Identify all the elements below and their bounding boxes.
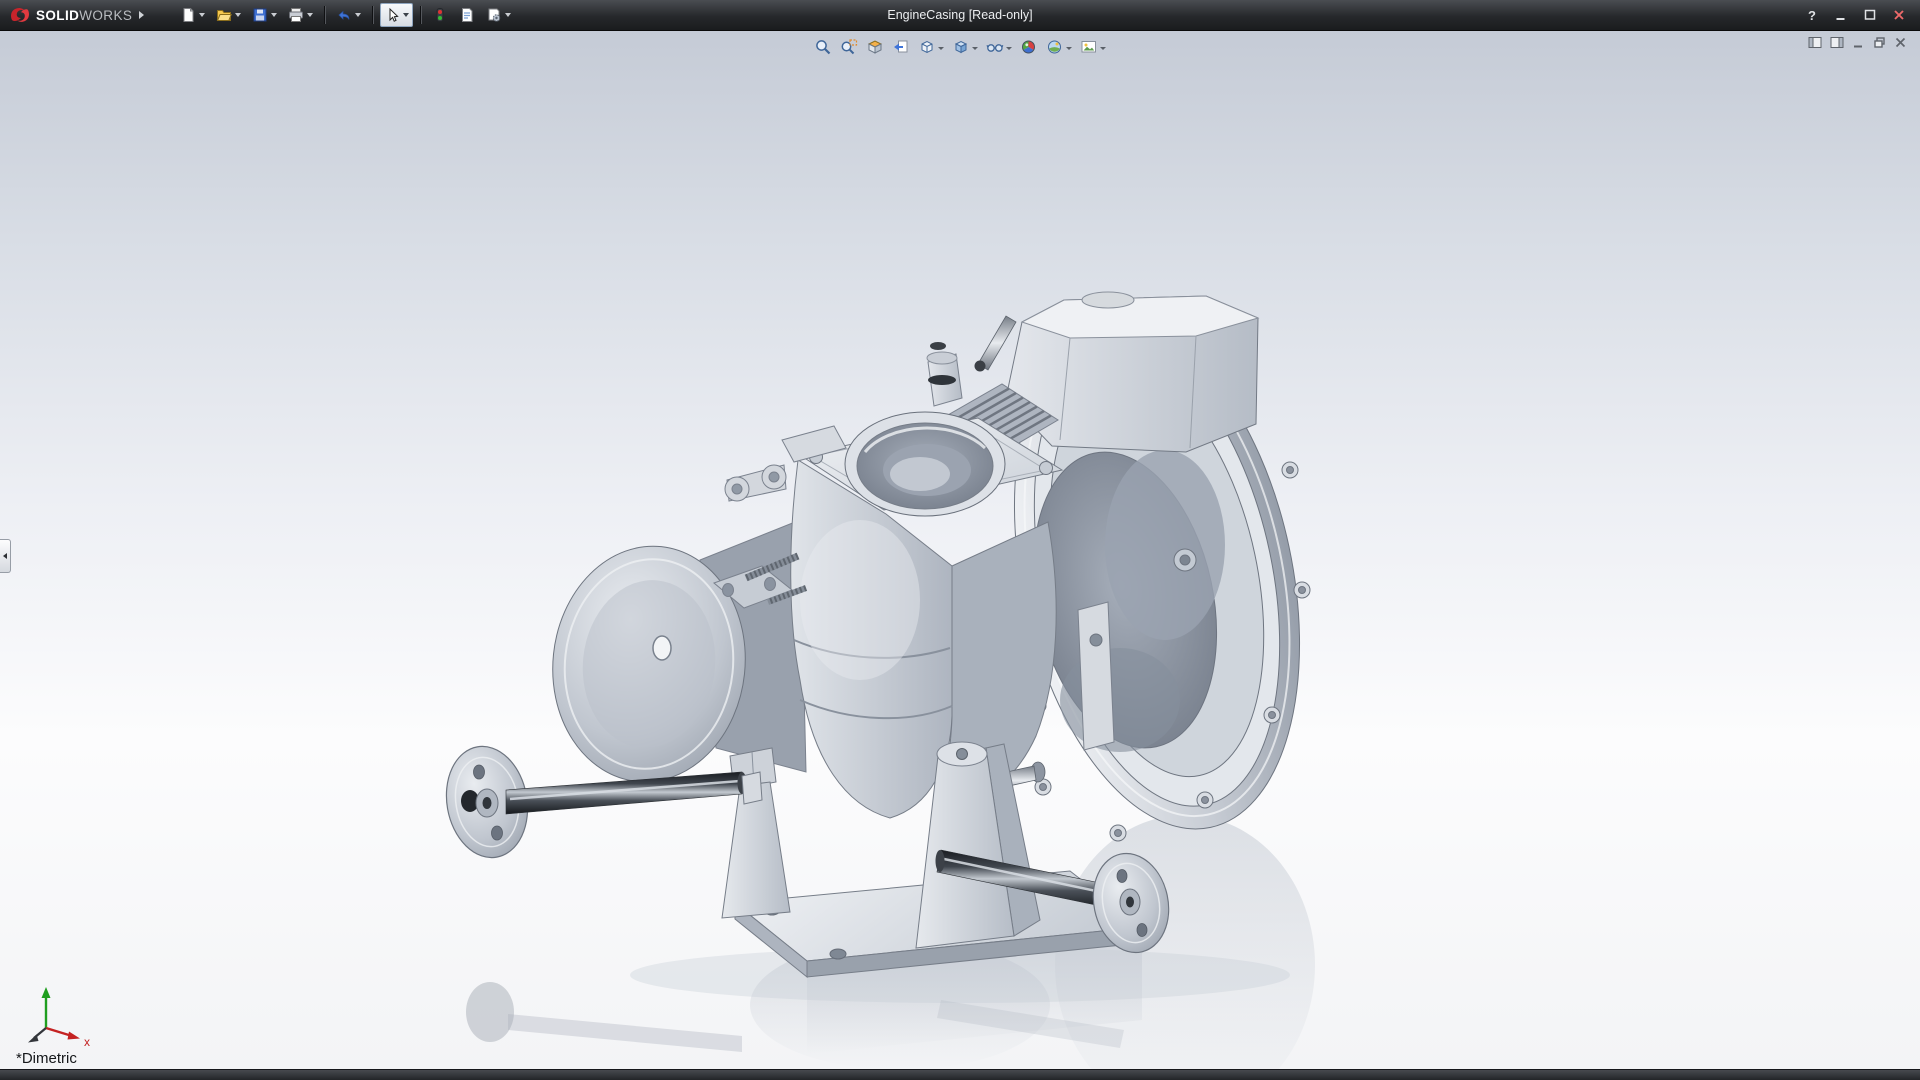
y-axis-arrow-icon <box>41 987 51 998</box>
restore-doc-icon <box>1874 37 1885 48</box>
pane-toggle-right-icon <box>1830 37 1844 48</box>
display-style-button[interactable] <box>950 37 980 57</box>
close-doc-button[interactable] <box>1894 36 1907 49</box>
display-style-icon <box>954 40 968 54</box>
view-orientation-icon <box>921 40 933 54</box>
display-style-caret-icon <box>972 46 978 50</box>
pane-toggle-left-icon <box>1808 37 1822 48</box>
options-caret-icon <box>505 13 512 17</box>
new-caret-icon <box>199 13 206 17</box>
options-icon <box>488 8 501 22</box>
file-properties-button[interactable] <box>455 3 479 27</box>
view-settings-icon <box>1081 41 1096 53</box>
view-orientation-caret-icon <box>938 46 944 50</box>
save-icon <box>253 8 267 22</box>
edit-appearance-icon <box>1022 40 1035 54</box>
select-cursor-icon <box>389 7 400 22</box>
rebuild-button[interactable] <box>428 3 452 27</box>
brand-solid: SOLID <box>36 7 80 23</box>
minimize-icon <box>1836 18 1845 20</box>
headsup-view-toolbar <box>812 37 1108 57</box>
open-folder-icon <box>217 10 233 21</box>
viewport[interactable]: x *Dimetric <box>0 30 1920 1070</box>
window-controls: ? <box>1801 6 1920 24</box>
undo-caret-icon <box>355 13 362 17</box>
zoom-to-fit-button[interactable] <box>812 37 834 57</box>
view-settings-caret-icon <box>1100 46 1106 50</box>
previous-view-button[interactable] <box>890 37 912 57</box>
toolbar-separator <box>420 6 422 24</box>
zoom-to-area-button[interactable] <box>838 37 860 57</box>
print-button[interactable] <box>284 3 317 27</box>
undo-button[interactable] <box>332 3 365 27</box>
select-caret-icon <box>403 13 410 17</box>
print-caret-icon <box>307 13 314 17</box>
hide-show-items-icon <box>986 44 1004 52</box>
titlebar[interactable]: SOLIDWORKS EngineCasing [Read-only] ? <box>0 0 1920 30</box>
zoom-to-area-icon <box>841 39 858 55</box>
toolbar-separator <box>372 6 374 24</box>
file-properties-icon <box>462 8 473 22</box>
print-icon <box>289 8 304 22</box>
close-button[interactable] <box>1888 6 1910 24</box>
main-toolbar <box>176 0 515 30</box>
toolbar-separator <box>324 6 326 24</box>
maximize-button[interactable] <box>1859 6 1881 24</box>
pane-toggle-right-button[interactable] <box>1830 36 1844 49</box>
reference-triad: x <box>28 987 90 1049</box>
restore-doc-button[interactable] <box>1873 36 1886 49</box>
section-view-icon <box>867 40 883 54</box>
close-doc-icon <box>1895 37 1906 48</box>
featuremanager-collapsed-tab[interactable] <box>0 539 11 573</box>
document-title: EngineCasing [Read-only] <box>887 8 1033 22</box>
new-button[interactable] <box>176 3 209 27</box>
minimize-doc-icon <box>1854 45 1862 48</box>
options-button[interactable] <box>482 3 515 27</box>
help-button[interactable]: ? <box>1801 6 1823 24</box>
apply-scene-caret-icon <box>1066 46 1072 50</box>
edit-appearance-button[interactable] <box>1018 37 1040 57</box>
hide-show-items-button[interactable] <box>984 37 1014 57</box>
ds-logo-icon <box>11 7 29 22</box>
status-bar <box>0 1069 1920 1080</box>
x-axis-label: x <box>84 1035 90 1049</box>
section-view-button[interactable] <box>864 37 886 57</box>
new-document-icon <box>183 8 194 22</box>
apply-scene-button[interactable] <box>1044 37 1074 57</box>
pane-toggle-left-button[interactable] <box>1808 36 1822 49</box>
maximize-icon <box>1864 9 1876 20</box>
open-caret-icon <box>235 13 242 17</box>
hide-show-caret-icon <box>1006 46 1012 50</box>
zoom-to-fit-icon <box>816 40 831 55</box>
brand-works: WORKS <box>79 7 133 23</box>
collapse-arrow-icon <box>3 553 7 559</box>
brand-caret-icon[interactable] <box>139 11 145 19</box>
save-button[interactable] <box>248 3 281 27</box>
select-button[interactable] <box>380 3 414 27</box>
previous-view-icon <box>894 40 908 53</box>
close-icon <box>1894 10 1904 20</box>
save-caret-icon <box>271 13 278 17</box>
undo-icon <box>338 10 350 20</box>
document-window-controls <box>1808 36 1907 49</box>
rebuild-icon <box>436 8 444 22</box>
brand-text: SOLIDWORKS <box>36 8 132 23</box>
apply-scene-icon <box>1048 40 1061 54</box>
x-axis-arrow-icon <box>67 1031 80 1040</box>
view-orientation-button[interactable] <box>916 37 946 57</box>
minimize-doc-button[interactable] <box>1852 36 1865 49</box>
solidworks-logo[interactable]: SOLIDWORKS <box>0 0 154 30</box>
view-settings-button[interactable] <box>1078 37 1108 57</box>
minimize-button[interactable] <box>1830 6 1852 24</box>
open-button[interactable] <box>212 3 245 27</box>
view-orientation-label: *Dimetric <box>16 1050 77 1067</box>
engine-casing-model[interactable] <box>0 30 1920 1070</box>
